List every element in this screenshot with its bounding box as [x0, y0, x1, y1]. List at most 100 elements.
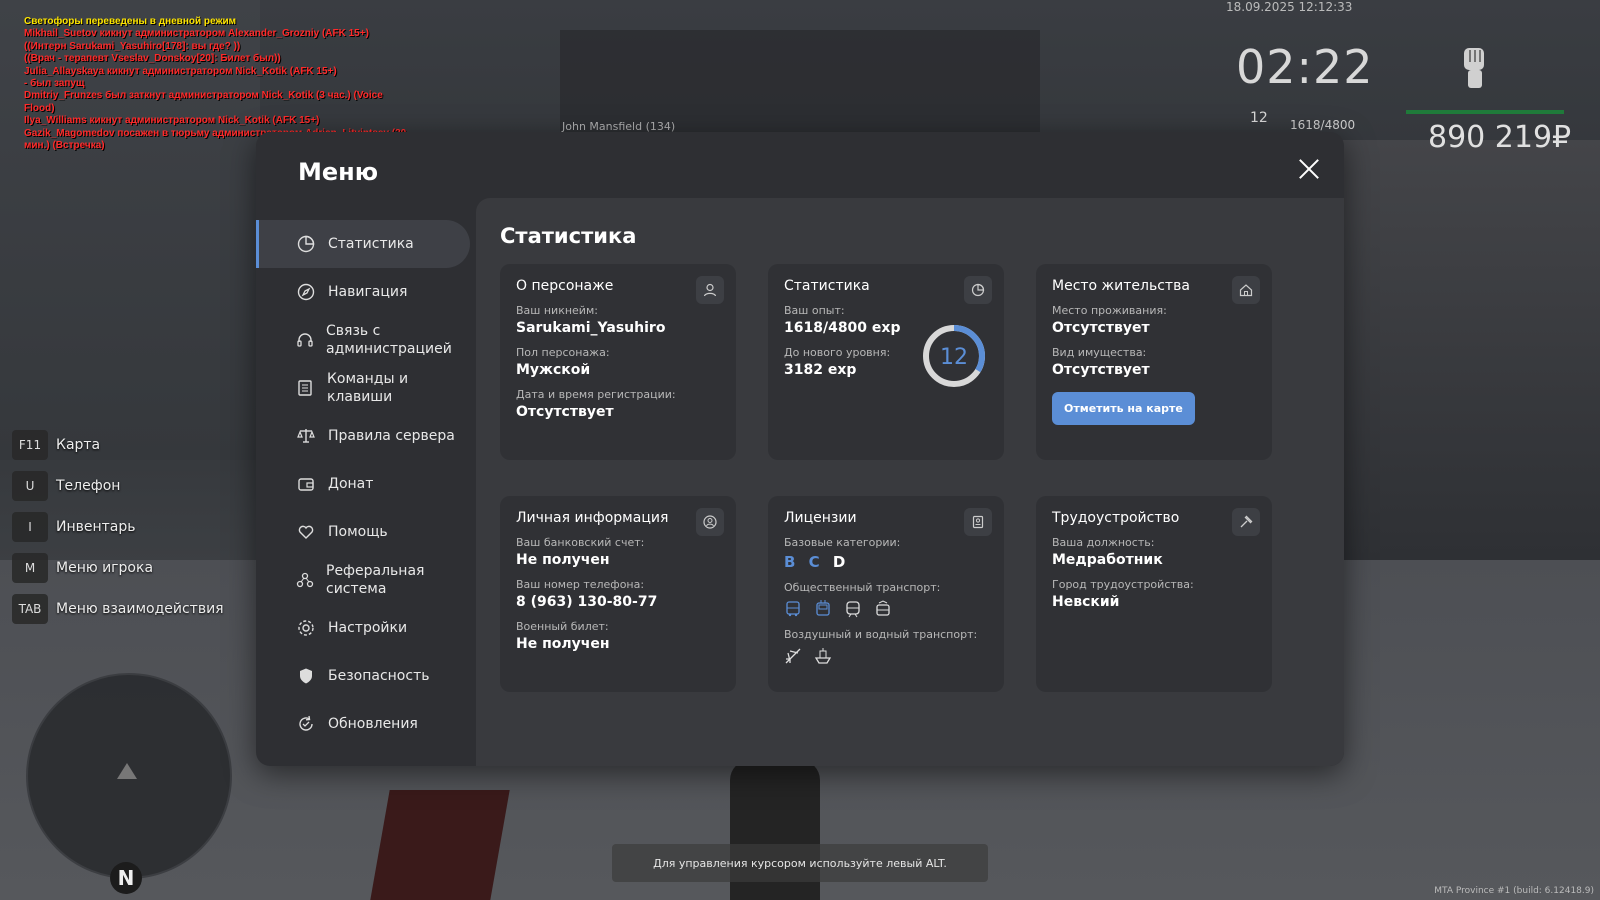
sidebar-item-commands[interactable]: Команды и клавиши — [256, 364, 470, 412]
sidebar-item-settings[interactable]: Настройки — [256, 604, 470, 652]
gender-value: Мужской — [516, 362, 591, 378]
hotkey-label: Меню взаимодействия — [56, 601, 224, 617]
sidebar-item-statistics[interactable]: Статистика — [256, 220, 470, 268]
license-d: D — [832, 553, 846, 571]
nick-value: Sarukami_Yasuhiro — [516, 320, 666, 336]
card-character: О персонаже Ваш никнейм: Sarukami_Yasuhi… — [500, 264, 736, 460]
sidebar-item-label: Статистика — [328, 236, 414, 252]
sidebar-item-security[interactable]: Безопасность — [256, 652, 470, 700]
sidebar-item-updates[interactable]: Обновления — [256, 700, 470, 748]
hotkey-list: F11 Карта U Телефон I Инвентарь M Меню игрок… — [12, 430, 224, 635]
player-arrow-icon — [117, 763, 137, 779]
boat-icon — [814, 648, 832, 664]
hotkey-player-menu[interactable]: M Меню игрока — [12, 553, 224, 583]
gear-icon — [296, 618, 316, 638]
hotkey-label: Инвентарь — [56, 519, 136, 535]
house-icon — [1232, 276, 1260, 304]
hammer-icon — [1232, 508, 1260, 536]
statistics-content: Статистика О персонаже Ваш никнейм: Saru… — [476, 198, 1344, 766]
train-icon — [846, 601, 860, 618]
mark-on-map-button[interactable]: Отметить на карте — [1052, 392, 1195, 425]
air-water-label: Воздушный и водный транспорт: — [784, 628, 978, 641]
shield-icon — [296, 666, 316, 686]
sidebar-item-admin-contact[interactable]: Связь с администрацией — [256, 316, 470, 364]
hotkey-key: M — [12, 553, 48, 583]
headset-icon — [296, 330, 314, 350]
phone-label: Ваш номер телефона: — [516, 578, 645, 591]
card-residence: Место жительства Место проживания: Отсут… — [1036, 264, 1272, 460]
card-title: Место жительства — [1052, 278, 1190, 294]
user-circle-icon — [696, 508, 724, 536]
hotkey-phone[interactable]: U Телефон — [12, 471, 224, 501]
residence-label: Место проживания: — [1052, 304, 1167, 317]
nick-label: Ваш никнейм: — [516, 304, 598, 317]
sidebar-item-navigation[interactable]: Навигация — [256, 268, 470, 316]
sidebar-item-rules[interactable]: Правила сервера — [256, 412, 470, 460]
trolleybus-icon — [816, 600, 830, 616]
content-title: Статистика — [500, 224, 637, 248]
pie-chart-icon — [964, 276, 992, 304]
bank-value: Не получен — [516, 552, 610, 568]
menu-title: Меню — [298, 158, 379, 186]
hotkey-key: U — [12, 471, 48, 501]
registration-label: Дата и время регистрации: — [516, 388, 676, 401]
position-value: Медработник — [1052, 552, 1163, 568]
property-value: Отсутствует — [1052, 362, 1150, 378]
card-title: О персонаже — [516, 278, 614, 294]
menu-sidebar: Статистика Навигация Связь с администрац… — [256, 220, 470, 748]
airplane-icon — [785, 648, 801, 664]
sidebar-item-label: Настройки — [328, 620, 408, 636]
close-button[interactable] — [1296, 156, 1322, 182]
registration-value: Отсутствует — [516, 404, 614, 420]
hud-exp: 1618/4800 — [1290, 118, 1356, 132]
chat-line: Dmitriy_Frunzes был заткнут администрато… — [24, 90, 383, 114]
chat-line: Julia_Allayskaya кикнут администратором … — [24, 65, 337, 77]
card-stats: Статистика Ваш опыт: 1618/4800 exp До но… — [768, 264, 1004, 460]
gender-label: Пол персонажа: — [516, 346, 610, 359]
military-value: Не получен — [516, 636, 610, 652]
chat-line: ((Врач - терапевт Vseslav_Donskoy[20]: Б… — [24, 53, 281, 65]
sidebar-item-help[interactable]: Помощь — [256, 508, 470, 556]
hud-datetime: 18.09.2025 12:12:33 — [1226, 0, 1353, 14]
hotkey-key: I — [12, 512, 48, 542]
card-title: Трудоустройство — [1052, 510, 1180, 526]
chat-line: Ilya_Williams кикнут администратором Nic… — [24, 115, 320, 127]
hotkey-map[interactable]: F11 Карта — [12, 430, 224, 460]
hud-clock: 02:22 — [1236, 40, 1374, 94]
scales-icon — [296, 426, 316, 446]
hotkey-label: Меню игрока — [56, 560, 154, 576]
air-water-icons — [784, 647, 988, 665]
refresh-icon — [296, 714, 316, 734]
user-icon — [696, 276, 724, 304]
card-licenses: Лицензии Базовые категории: B C D Общест… — [768, 496, 1004, 692]
hotkey-label: Карта — [56, 437, 101, 453]
build-version: MTA Province #1 (build: 6.12418.9) — [1434, 886, 1594, 896]
scene-object — [370, 790, 510, 900]
sidebar-item-label: Донат — [328, 476, 374, 492]
referral-icon — [296, 570, 314, 590]
sidebar-item-label: Обновления — [328, 716, 418, 732]
cursor-hint: Для управления курсором используйте левы… — [612, 844, 988, 882]
north-icon: N — [110, 862, 142, 894]
hotkey-key: TAB — [12, 594, 48, 624]
sidebar-item-referral[interactable]: Реферальная система — [256, 556, 470, 604]
bank-label: Ваш банковский счет: — [516, 536, 645, 549]
card-title: Лицензии — [784, 510, 857, 526]
level-progress-ring: 12 — [923, 325, 985, 387]
city-label: Город трудоустройства: — [1052, 578, 1194, 591]
compass-icon — [296, 282, 316, 302]
hud-money: 890 219₽ — [1428, 120, 1572, 155]
hotkey-inventory[interactable]: I Инвентарь — [12, 512, 224, 542]
document-icon — [296, 378, 315, 398]
chat-line: - был запущ — [24, 78, 85, 90]
chat-line: Mikhail_Suetov кикнут администратором Al… — [24, 28, 369, 40]
license-categories: B C D — [784, 553, 988, 571]
menu-window: Меню Статистика Навигация Связь с админи… — [256, 132, 1344, 766]
card-personal: Личная информация Ваш банковский счет: Н… — [500, 496, 736, 692]
wallet-icon — [296, 474, 316, 494]
sidebar-item-donate[interactable]: Донат — [256, 460, 470, 508]
sidebar-item-label: Команды и клавиши — [326, 371, 409, 405]
hotkey-interaction-menu[interactable]: TAB Меню взаимодействия — [12, 594, 224, 624]
id-card-icon — [964, 508, 992, 536]
sidebar-item-label: Реферальная система — [326, 563, 425, 597]
